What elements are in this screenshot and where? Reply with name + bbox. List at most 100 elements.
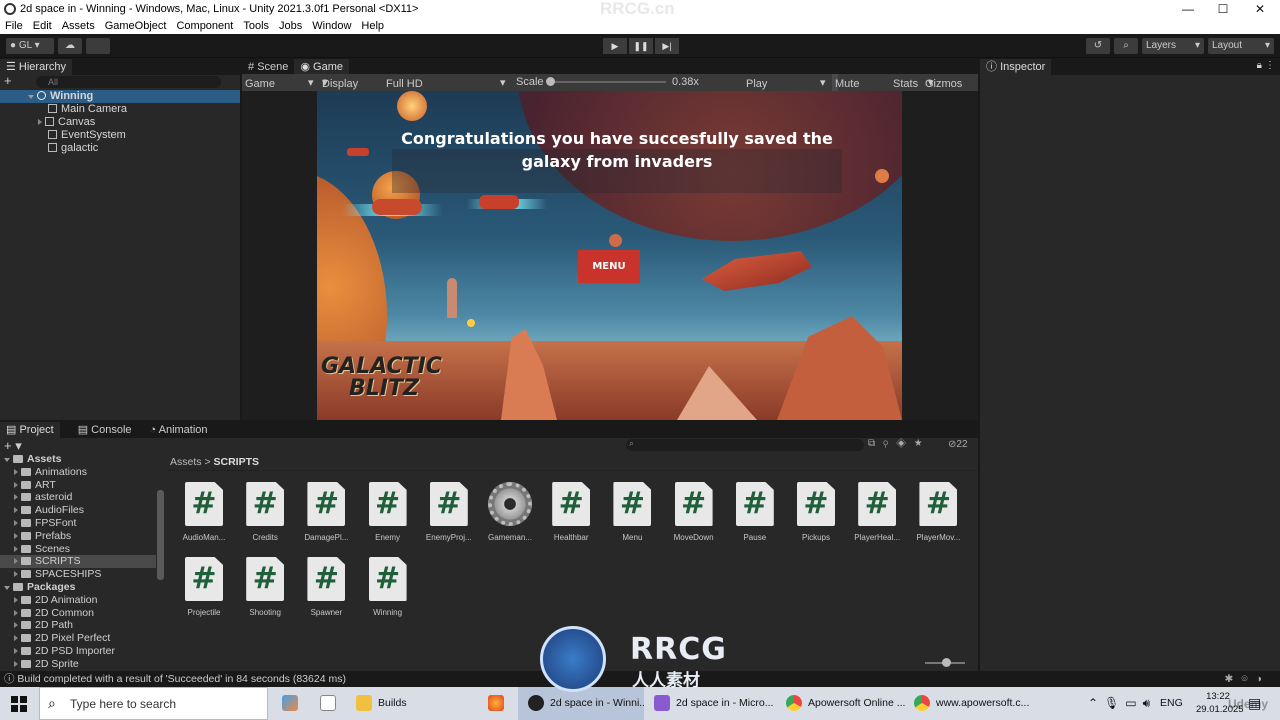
gizmos-dropdown[interactable]: Gizmos ▾ [925, 76, 962, 90]
expand-arrow-icon[interactable] [14, 622, 18, 629]
menu-jobs[interactable]: Jobs [274, 20, 307, 32]
project-search-input[interactable]: ⌕ [626, 438, 864, 451]
folder-tree-item[interactable]: Prefabs [0, 530, 156, 543]
expand-arrow-icon[interactable] [14, 648, 18, 654]
layers-dropdown[interactable]: Layers ▾ [1142, 38, 1204, 54]
project-filter-icons[interactable]: ⧉⚲◈★ [868, 438, 930, 449]
folder-tree-item[interactable]: Scenes [0, 543, 156, 556]
asset-item[interactable]: # Healthbar [541, 482, 601, 542]
taskbar-item-builds[interactable]: Builds [356, 687, 476, 720]
asset-item[interactable]: # Spawner [296, 557, 356, 617]
add-object-button[interactable]: + [4, 74, 14, 87]
folder-tree-item[interactable]: 2D Pixel Perfect [0, 632, 156, 645]
tab-game[interactable]: ◉ Game [294, 59, 350, 75]
folder-tree-item[interactable]: asteroid [0, 491, 156, 504]
taskbar-search-input[interactable]: ⌕ Type here to search [39, 687, 268, 720]
taskbar-item-chrome-web[interactable]: www.apowersoft.c... [908, 687, 1034, 720]
asset-item[interactable]: # PlayerMov... [908, 482, 968, 542]
system-tray-icons[interactable]: ⌃🎙︎▭🔊︎ [1088, 687, 1158, 720]
file-icon[interactable] [320, 687, 340, 720]
expand-arrow-icon[interactable] [14, 558, 18, 565]
asset-item[interactable]: Gameman... [480, 482, 540, 542]
expand-arrow-icon[interactable] [14, 609, 18, 616]
menu-gameobject[interactable]: GameObject [100, 20, 172, 32]
breadcrumb-assets[interactable]: Assets [170, 456, 202, 468]
folder-tree-item[interactable]: AudioFiles [0, 504, 156, 517]
more-options-icon[interactable]: ⋮ [1265, 60, 1275, 71]
taskbar-item-chrome-apowersoft[interactable]: Apowersoft Online ... [780, 687, 906, 720]
asset-item[interactable]: # Shooting [235, 557, 295, 617]
asset-item[interactable]: # EnemyProj... [419, 482, 479, 542]
step-button[interactable]: ▶| [655, 38, 679, 54]
icon-size-slider-thumb[interactable] [942, 658, 951, 667]
tree-scrollbar[interactable] [157, 490, 164, 580]
asset-item[interactable]: # DamagePl... [296, 482, 356, 542]
hierarchy-item-canvas[interactable]: Canvas [38, 116, 95, 129]
folder-tree-item[interactable]: ART [0, 479, 156, 492]
folder-tree-item[interactable]: 2D PSD Importer [0, 645, 156, 658]
play-button[interactable]: ▶ [603, 38, 627, 54]
menu-edit[interactable]: Edit [28, 20, 57, 32]
folder-tree-item[interactable]: 2D Sprite [0, 658, 156, 670]
pause-button[interactable]: ❚❚ [629, 38, 653, 54]
display-dropdown[interactable]: Display 1 ▾ [322, 76, 358, 102]
hierarchy-scene-row[interactable]: Winning [0, 90, 240, 103]
mute-audio-toggle[interactable]: Mute Audio [832, 74, 863, 107]
folder-tree-item[interactable]: SPACESHIPS [0, 568, 156, 581]
menu-window[interactable]: Window [307, 20, 356, 32]
folder-tree-item[interactable]: 2D Path [0, 619, 156, 632]
menu-assets[interactable]: Assets [57, 20, 100, 32]
hierarchy-item-eventsystem[interactable]: EventSystem [48, 129, 126, 142]
tab-scene[interactable]: # Scene [242, 59, 295, 75]
close-button[interactable]: ✕ [1242, 0, 1278, 18]
cloud-icon[interactable]: ☁ [58, 38, 82, 54]
tab-inspector[interactable]: ⓘ Inspector [980, 59, 1052, 75]
windows-start-icon[interactable] [11, 696, 27, 712]
copilot-icon[interactable] [282, 687, 302, 720]
folder-tree-item[interactable]: Animations [0, 466, 156, 479]
asset-item[interactable]: # Projectile [174, 557, 234, 617]
lock-icon[interactable]: 🔒︎ [1257, 60, 1262, 71]
expand-arrow-icon[interactable] [14, 520, 18, 526]
expand-arrow-icon[interactable] [4, 458, 10, 462]
expand-arrow-icon[interactable] [14, 596, 18, 603]
folder-tree-item[interactable]: FPSFont [0, 517, 156, 530]
minimize-button[interactable]: — [1170, 0, 1206, 18]
hidden-packages-count[interactable]: ⊘22 [948, 439, 968, 450]
search-icon[interactable]: ⌕ [1114, 38, 1138, 54]
expand-arrow-icon[interactable] [14, 545, 18, 552]
menu-tools[interactable]: Tools [238, 20, 274, 32]
menu-file[interactable]: File [0, 20, 28, 32]
history-icon[interactable]: ↺ [1086, 38, 1110, 54]
folder-tree-item[interactable]: 2D Animation [0, 594, 156, 607]
breadcrumb-scripts[interactable]: SCRIPTS [214, 456, 260, 468]
asset-item[interactable]: # PlayerHeal... [847, 482, 907, 542]
account-dropdown[interactable]: ● GL ▾ [6, 38, 54, 54]
asset-item[interactable]: # Pause [725, 482, 785, 542]
tab-console[interactable]: ▤ Console [71, 422, 138, 438]
expand-arrow-icon[interactable] [14, 660, 18, 667]
expand-arrow-icon[interactable] [14, 571, 18, 578]
asset-item[interactable]: # Pickups [786, 482, 846, 542]
menu-component[interactable]: Component [171, 20, 238, 32]
folder-tree-item[interactable]: Assets [0, 453, 156, 466]
asset-item[interactable]: # Winning [358, 557, 418, 617]
scale-slider-track[interactable] [548, 81, 666, 83]
menu-button[interactable]: MENU [578, 250, 640, 283]
expand-arrow-icon[interactable] [14, 532, 18, 539]
asset-item[interactable]: # MoveDown [664, 482, 724, 542]
asset-item[interactable]: # AudioMan... [174, 482, 234, 542]
asset-item[interactable]: # Menu [602, 482, 662, 542]
hierarchy-search-input[interactable]: All [36, 76, 221, 88]
expand-arrow-icon[interactable] [14, 507, 18, 514]
folder-tree-item[interactable]: Packages [0, 581, 156, 594]
expand-arrow-icon[interactable] [14, 481, 18, 488]
collab-button[interactable] [86, 38, 110, 54]
asset-item[interactable]: # Enemy [358, 482, 418, 542]
hierarchy-item-galactic[interactable]: galactic [48, 142, 98, 155]
expand-arrow-icon[interactable] [38, 119, 42, 125]
expand-arrow-icon[interactable] [14, 635, 18, 642]
create-asset-button[interactable]: + ▾ [4, 438, 22, 454]
expand-arrow-icon[interactable] [4, 586, 10, 590]
maximize-button[interactable]: ☐ [1205, 0, 1241, 18]
